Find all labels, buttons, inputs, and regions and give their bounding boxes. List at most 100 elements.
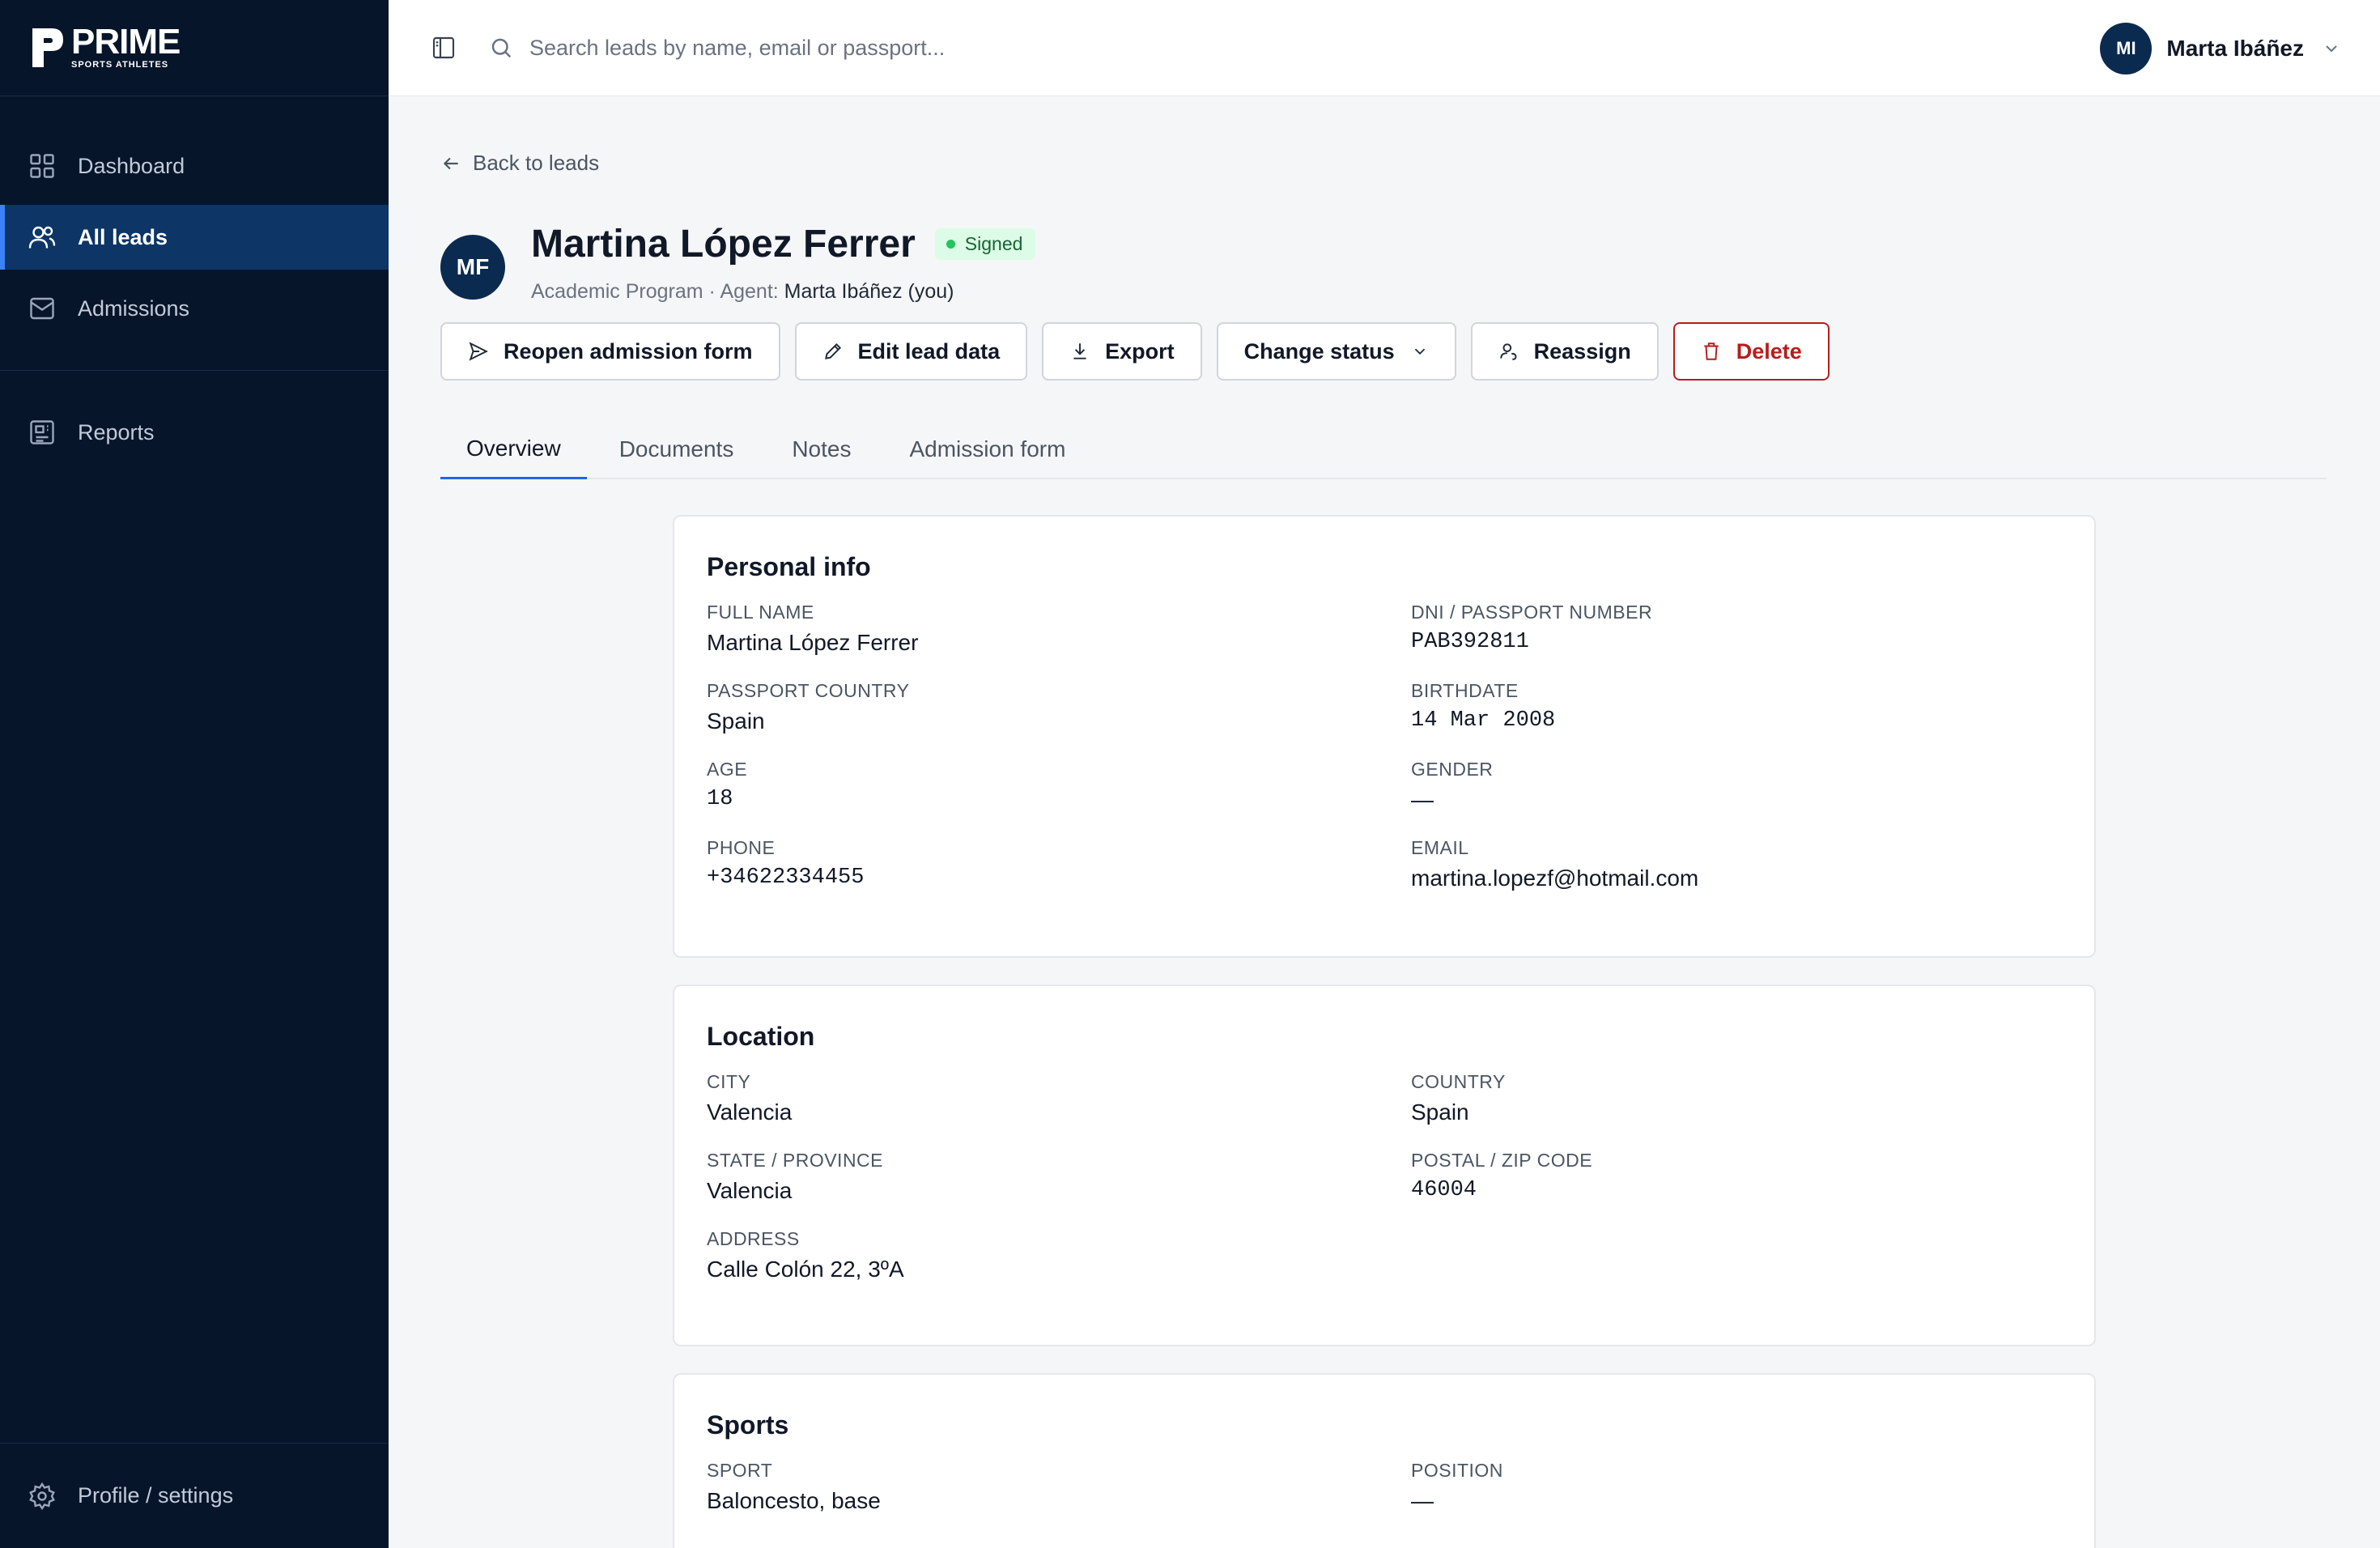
change-status-button[interactable]: Change status bbox=[1216, 322, 1456, 381]
card-title: Location bbox=[707, 1022, 815, 1051]
tab-overview[interactable]: Overview bbox=[440, 419, 587, 479]
lead-header: MF Martina López Ferrer Signed Academic … bbox=[440, 215, 1036, 304]
field-value: Martina López Ferrer bbox=[707, 630, 919, 655]
field-label: PHONE bbox=[707, 837, 776, 858]
card-title: Sports bbox=[707, 1410, 789, 1440]
field-label: COUNTRY bbox=[1411, 1071, 1506, 1092]
field-label: CITY bbox=[707, 1071, 751, 1092]
grid-icon bbox=[30, 154, 54, 178]
field-value: — bbox=[1411, 1488, 1434, 1513]
back-to-leads-link[interactable]: Back to leads bbox=[440, 151, 599, 176]
sidebar-item-all-leads[interactable]: All leads bbox=[0, 205, 389, 270]
topbar: MI Marta Ibáñez bbox=[389, 0, 2380, 96]
field-zip: POSTAL / ZIP CODE 46004 bbox=[1411, 1150, 2062, 1204]
search-icon bbox=[491, 38, 512, 58]
edit-lead-data-button[interactable]: Edit lead data bbox=[794, 322, 1028, 381]
user-name: Marta Ibáñez bbox=[2166, 36, 2304, 61]
sidebar-footer-label: Profile / settings bbox=[78, 1483, 234, 1508]
sidebar-item-label: All leads bbox=[78, 224, 168, 249]
agent-name: Marta Ibáñez (you) bbox=[784, 280, 954, 303]
field-email: EMAIL martina.lopezf@hotmail.com bbox=[1411, 837, 2062, 891]
tab-notes[interactable]: Notes bbox=[766, 419, 877, 479]
field-gender: GENDER — bbox=[1411, 759, 2062, 813]
field-value: 18 bbox=[707, 787, 733, 811]
logo-p-icon bbox=[31, 25, 65, 70]
users-icon bbox=[28, 226, 56, 249]
search-bar bbox=[489, 35, 1460, 61]
sidebar-item-reports[interactable]: Reports bbox=[0, 400, 389, 465]
field-label: BIRTHDATE bbox=[1411, 680, 1519, 701]
send-icon bbox=[469, 342, 488, 361]
field-label: SPORT bbox=[707, 1460, 773, 1481]
agent-prefix: Agent: bbox=[720, 280, 779, 303]
status-dot-icon bbox=[946, 239, 955, 249]
field-passport-number: DNI / PASSPORT NUMBER PAB392811 bbox=[1411, 602, 2062, 656]
button-label: Change status bbox=[1243, 338, 1395, 364]
chevron-down-icon bbox=[2326, 45, 2337, 53]
field-label: AGE bbox=[707, 759, 748, 780]
sidebar-item-dashboard[interactable]: Dashboard bbox=[0, 134, 389, 198]
field-value: Valencia bbox=[707, 1178, 793, 1203]
user-menu[interactable]: MI Marta Ibáñez bbox=[2100, 23, 2341, 74]
button-label: Export bbox=[1105, 338, 1175, 364]
card-title: Personal info bbox=[707, 552, 871, 581]
field-age: AGE 18 bbox=[707, 759, 1411, 813]
field-country: COUNTRY Spain bbox=[1411, 1071, 2062, 1125]
download-icon bbox=[1073, 343, 1086, 359]
field-label: ADDRESS bbox=[707, 1228, 800, 1249]
field-value: martina.lopezf@hotmail.com bbox=[1411, 865, 1699, 891]
field-label: DNI / PASSPORT NUMBER bbox=[1411, 602, 1653, 623]
field-label: EMAIL bbox=[1411, 837, 1469, 858]
field-label: POSITION bbox=[1411, 1460, 1503, 1481]
field-value: Calle Colón 22, 3ºA bbox=[707, 1257, 904, 1282]
field-label: FULL NAME bbox=[707, 602, 814, 623]
field-full-name: FULL NAME Martina López Ferrer bbox=[707, 602, 1411, 656]
sidebar-nav: Dashboard All leads Admissions Reports bbox=[0, 96, 389, 500]
field-birthdate: BIRTHDATE 14 Mar 2008 bbox=[1411, 680, 2062, 734]
brand-logo[interactable]: PRIME SPORTS ATHLETES bbox=[0, 0, 389, 96]
reassign-button[interactable]: Reassign bbox=[1470, 322, 1659, 381]
field-value: +34622334455 bbox=[707, 865, 865, 890]
sidebar-item-label: Reports bbox=[78, 419, 155, 444]
export-button[interactable]: Export bbox=[1042, 322, 1202, 381]
field-position: POSITION — bbox=[1411, 1460, 2062, 1514]
chevron-down-icon bbox=[1414, 348, 1425, 355]
button-label: Delete bbox=[1736, 338, 1802, 364]
separator: · bbox=[708, 280, 720, 303]
trash-icon bbox=[1704, 342, 1719, 360]
field-label: POSTAL / ZIP CODE bbox=[1411, 1150, 1593, 1171]
location-card: Location CITY Valencia COUNTRY Spain STA… bbox=[673, 985, 2096, 1346]
main-content: Back to leads MF Martina López Ferrer Si… bbox=[389, 97, 2380, 1548]
sidebar-toggle-button[interactable] bbox=[429, 33, 458, 62]
sports-card: Sports SPORT Baloncesto, base POSITION — bbox=[673, 1373, 2096, 1548]
field-label: PASSPORT COUNTRY bbox=[707, 680, 910, 701]
tab-admission-form[interactable]: Admission form bbox=[883, 419, 1091, 479]
inbox-icon bbox=[30, 297, 54, 320]
personal-info-card: Personal info FULL NAME Martina López Fe… bbox=[673, 515, 2096, 958]
search-input[interactable] bbox=[529, 35, 1420, 61]
avatar: MI bbox=[2100, 23, 2153, 74]
field-address: ADDRESS Calle Colón 22, 3ºA bbox=[707, 1228, 1411, 1282]
field-passport-country: PASSPORT COUNTRY Spain bbox=[707, 680, 1411, 734]
field-value: — bbox=[1411, 787, 1434, 812]
action-bar: Reopen admission form Edit lead data Exp… bbox=[440, 322, 1844, 381]
brand-tagline: SPORTS ATHLETES bbox=[71, 60, 169, 70]
sidebar-item-profile-settings[interactable]: Profile / settings bbox=[0, 1443, 389, 1548]
field-value: 14 Mar 2008 bbox=[1411, 708, 1556, 733]
report-icon bbox=[30, 420, 54, 444]
page-title: Martina López Ferrer bbox=[531, 222, 916, 266]
reopen-admission-form-button[interactable]: Reopen admission form bbox=[440, 322, 780, 381]
tab-documents[interactable]: Documents bbox=[593, 419, 760, 479]
field-value: 46004 bbox=[1411, 1178, 1477, 1202]
arrow-left-icon bbox=[443, 157, 458, 169]
field-value: Spain bbox=[1411, 1099, 1469, 1125]
field-phone: PHONE +34622334455 bbox=[707, 837, 1411, 891]
sidebar-item-admissions[interactable]: Admissions bbox=[0, 276, 389, 341]
pencil-icon bbox=[824, 342, 841, 359]
field-label: GENDER bbox=[1411, 759, 1494, 780]
delete-button[interactable]: Delete bbox=[1672, 322, 1830, 381]
back-link-label: Back to leads bbox=[473, 151, 600, 175]
status-badge: Signed bbox=[934, 228, 1036, 260]
button-label: Edit lead data bbox=[857, 338, 1001, 364]
sidebar: PRIME SPORTS ATHLETES Dashboard All lead… bbox=[0, 0, 389, 1548]
